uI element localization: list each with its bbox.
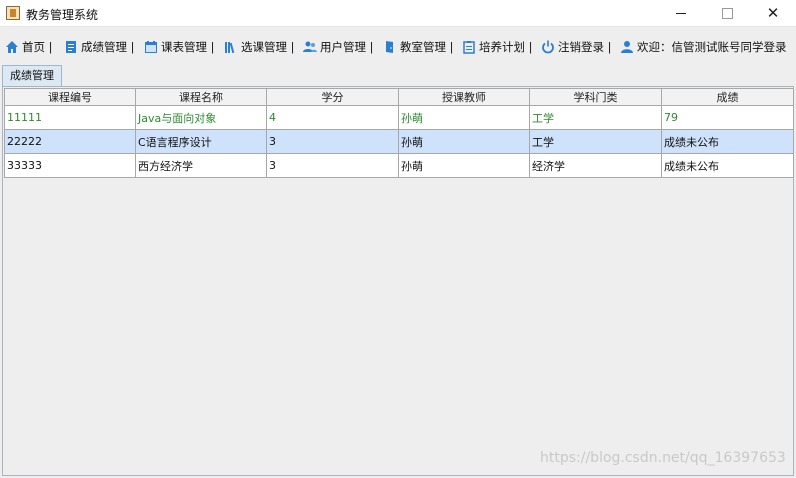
table-cell[interactable]: 孙萌 — [398, 105, 530, 130]
toolbar-item-label: 注销登录 | — [558, 40, 612, 54]
main-toolbar: 首页 | 成绩管理 | 课表管理 | 选课管理 | 用户管理 | 教室管理 | … — [0, 34, 796, 60]
table-cell[interactable]: 79 — [661, 105, 794, 130]
window-title: 教务管理系统 — [26, 8, 99, 22]
grades-panel: 课程编号 课程名称 学分 授课教师 学科门类 成绩 11111 Java与面向对… — [2, 86, 794, 476]
toolbar-schedule-button[interactable]: 课表管理 | — [144, 38, 215, 56]
table-cell[interactable]: 3 — [266, 129, 399, 154]
maximize-button[interactable] — [704, 0, 750, 27]
table-cell[interactable]: C语言程序设计 — [135, 129, 267, 154]
table-cell[interactable]: 孙萌 — [398, 153, 530, 178]
table-cell[interactable]: 工学 — [529, 129, 662, 154]
table-row[interactable]: 33333 西方经济学 3 孙萌 经济学 成绩未公布 — [4, 153, 794, 178]
power-icon — [542, 40, 554, 54]
table-cell[interactable]: 3 — [266, 153, 399, 178]
watermark: https://blog.csdn.net/qq_16397653 — [540, 450, 786, 466]
toolbar-item-label: 用户管理 | — [320, 40, 374, 54]
tab-grades-management[interactable]: 成绩管理 — [2, 65, 62, 86]
table-cell[interactable]: 孙萌 — [398, 129, 530, 154]
table-cell[interactable]: 成绩未公布 — [661, 129, 794, 154]
welcome-message: 欢迎：信管测试账号同学登录 — [620, 38, 787, 56]
column-header[interactable]: 课程编号 — [4, 88, 136, 106]
column-header[interactable]: 授课教师 — [398, 88, 530, 106]
toolbar-classrooms-button[interactable]: 教室管理 | — [383, 38, 454, 56]
toolbar-item-label: 培养计划 | — [479, 40, 533, 54]
toolbar-course-selection-button[interactable]: 选课管理 | — [224, 38, 295, 56]
table-header-row: 课程编号 课程名称 学分 授课教师 学科门类 成绩 — [4, 88, 794, 106]
toolbar-item-label: 成绩管理 | — [81, 40, 135, 54]
toolbar-item-label: 教室管理 | — [400, 40, 454, 54]
app-icon — [6, 6, 20, 20]
column-header[interactable]: 成绩 — [661, 88, 794, 106]
table-cell[interactable]: 西方经济学 — [135, 153, 267, 178]
column-header[interactable]: 课程名称 — [135, 88, 267, 106]
toolbar-item-label: 课表管理 | — [161, 40, 215, 54]
table-cell[interactable]: 经济学 — [529, 153, 662, 178]
home-icon — [6, 41, 18, 53]
toolbar-item-label: 首页 | — [22, 40, 53, 54]
close-button[interactable]: ✕ — [750, 0, 796, 27]
users-icon — [303, 41, 317, 52]
welcome-text: 欢迎：信管测试账号同学登录 — [637, 40, 787, 54]
minimize-button[interactable] — [658, 0, 704, 27]
toolbar-logout-button[interactable]: 注销登录 | — [541, 38, 612, 56]
tab-strip: 成绩管理 — [0, 65, 796, 87]
calendar-icon — [145, 41, 157, 53]
table-row[interactable]: 22222 C语言程序设计 3 孙萌 工学 成绩未公布 — [4, 129, 794, 154]
table-cell[interactable]: 4 — [266, 105, 399, 130]
toolbar-training-plan-button[interactable]: 培养计划 | — [462, 38, 533, 56]
toolbar-home-button[interactable]: 首页 | — [5, 38, 53, 56]
user-icon — [621, 41, 633, 53]
clipboard-icon — [463, 41, 475, 54]
door-icon — [386, 41, 393, 53]
table-cell[interactable]: 33333 — [4, 153, 136, 178]
table-row[interactable]: 11111 Java与面向对象 4 孙萌 工学 79 — [4, 105, 794, 130]
toolbar-grades-button[interactable]: 成绩管理 | — [64, 38, 135, 56]
books-icon — [225, 42, 235, 54]
table-cell[interactable]: 工学 — [529, 105, 662, 130]
table-cell[interactable]: 成绩未公布 — [661, 153, 794, 178]
table-cell[interactable]: Java与面向对象 — [135, 105, 267, 130]
grades-table: 课程编号 课程名称 学分 授课教师 学科门类 成绩 11111 Java与面向对… — [4, 88, 794, 178]
toolbar-users-button[interactable]: 用户管理 | — [303, 38, 374, 56]
document-icon — [66, 41, 76, 53]
table-cell[interactable]: 22222 — [4, 129, 136, 154]
column-header[interactable]: 学科门类 — [529, 88, 662, 106]
title-bar: 教务管理系统 ✕ — [0, 0, 796, 27]
table-cell[interactable]: 11111 — [4, 105, 136, 130]
toolbar-item-label: 选课管理 | — [241, 40, 295, 54]
column-header[interactable]: 学分 — [266, 88, 399, 106]
